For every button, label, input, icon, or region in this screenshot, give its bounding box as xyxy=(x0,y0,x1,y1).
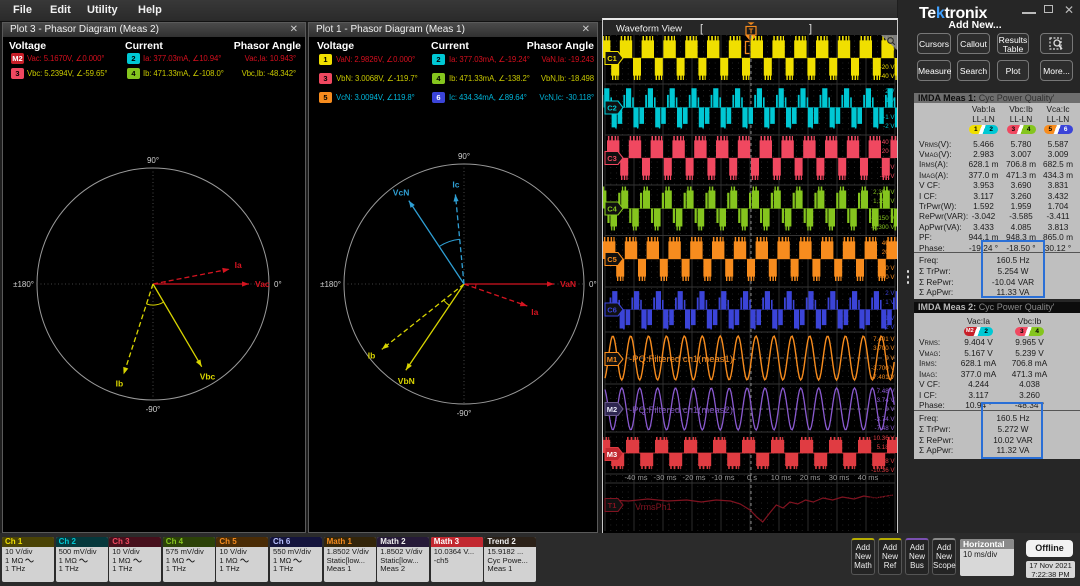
svg-text:-7.401 V: -7.401 V xyxy=(871,374,895,381)
svg-text:Ib: Ib xyxy=(368,350,376,360)
svg-text:VbN: VbN xyxy=(398,376,415,386)
svg-text:2 V: 2 V xyxy=(885,88,895,95)
svg-text:-1 V: -1 V xyxy=(883,114,895,121)
svg-text:#801320: #801320 xyxy=(870,515,895,522)
svg-text:-90°: -90° xyxy=(457,409,472,418)
svg-text:Ia: Ia xyxy=(531,307,538,317)
svg-text:20 ms: 20 ms xyxy=(800,473,821,482)
svg-text:VrmsPh1: VrmsPh1 xyxy=(635,502,672,512)
svg-text:40 V: 40 V xyxy=(882,240,896,247)
svg-text:-2 V: -2 V xyxy=(883,123,895,130)
svg-text:T: T xyxy=(749,27,754,36)
svg-text:#801320: #801320 xyxy=(870,525,895,532)
svg-text:10 ms: 10 ms xyxy=(771,473,792,482)
svg-text:5.18 V: 5.18 V xyxy=(877,444,896,451)
svg-text:-1 V: -1 V xyxy=(883,315,895,322)
svg-text:-40 V: -40 V xyxy=(880,274,896,281)
svg-text:#801320: #801320 xyxy=(870,483,895,490)
svg-text:3.700 V: 3.700 V xyxy=(873,345,895,352)
svg-text:Waveform View: Waveform View xyxy=(616,24,682,35)
svg-text:C1: C1 xyxy=(607,54,617,63)
svg-text:Ib: Ib xyxy=(116,378,124,388)
svg-text:Ic: Ic xyxy=(452,179,459,189)
svg-text:Ia: Ia xyxy=(235,260,242,270)
svg-text:2 V: 2 V xyxy=(885,290,895,297)
svg-text:M1: M1 xyxy=(607,355,617,364)
svg-text:-10 ms: -10 ms xyxy=(712,473,735,482)
svg-text:Vbc: Vbc xyxy=(200,372,216,382)
svg-text:-20 V: -20 V xyxy=(880,265,896,272)
svg-text:30 ms: 30 ms xyxy=(829,473,850,482)
svg-text:-40 ms: -40 ms xyxy=(625,473,648,482)
svg-text:-5.18 V: -5.18 V xyxy=(875,458,896,465)
svg-text:20 V: 20 V xyxy=(882,249,896,256)
svg-text:-3.74 V: -3.74 V xyxy=(875,416,896,423)
svg-text:-PQ:Filtered ch1(meas1)-: -PQ:Filtered ch1(meas1)- xyxy=(629,354,736,365)
svg-text:1 V: 1 V xyxy=(885,299,895,306)
svg-text:#801320: #801320 xyxy=(870,494,895,501)
svg-text:7.48 V: 7.48 V xyxy=(877,388,896,395)
svg-text:1 V: 1 V xyxy=(885,97,895,104)
svg-text:20 V: 20 V xyxy=(882,148,896,155)
svg-text:90°: 90° xyxy=(458,152,470,161)
svg-text:-40 V: -40 V xyxy=(880,173,896,180)
svg-text:C6: C6 xyxy=(607,305,617,314)
svg-text:-2 V: -2 V xyxy=(883,324,895,331)
svg-text:3.74 V: 3.74 V xyxy=(877,397,896,404)
svg-text:C4: C4 xyxy=(607,204,617,213)
svg-text:0°: 0° xyxy=(589,280,597,289)
svg-text:0 V: 0 V xyxy=(885,355,895,362)
svg-text:0 s: 0 s xyxy=(747,473,757,482)
svg-text:-90°: -90° xyxy=(146,405,161,414)
svg-text:10.36 V: 10.36 V xyxy=(873,435,895,442)
svg-text:[: [ xyxy=(700,23,703,35)
svg-text:-20 ms: -20 ms xyxy=(683,473,706,482)
svg-text:T1: T1 xyxy=(608,501,617,510)
svg-text:-2,300 V: -2,300 V xyxy=(871,224,895,231)
svg-text:-7.48 V: -7.48 V xyxy=(875,425,896,432)
svg-text:±180°: ±180° xyxy=(13,280,34,289)
svg-text:±180°: ±180° xyxy=(320,280,341,289)
svg-text:-10.36 V: -10.36 V xyxy=(871,467,895,474)
svg-text:#801320: #801320 xyxy=(870,504,895,511)
svg-text:40 ms: 40 ms xyxy=(858,473,879,482)
svg-text:7.401 V: 7.401 V xyxy=(873,336,895,343)
svg-text:]: ] xyxy=(809,23,812,35)
svg-text:0°: 0° xyxy=(274,280,282,289)
svg-text:C3: C3 xyxy=(607,154,617,163)
svg-text:-20 V: -20 V xyxy=(880,64,896,71)
svg-text:0 V: 0 V xyxy=(885,406,895,413)
svg-text:-PQ:Filtered ch1(meas2): -PQ:Filtered ch1(meas2) xyxy=(629,405,733,416)
svg-text:VcN: VcN xyxy=(393,188,410,198)
svg-text:VaN: VaN xyxy=(560,279,576,289)
svg-text:M2: M2 xyxy=(607,405,617,414)
svg-text:90°: 90° xyxy=(147,156,159,165)
svg-text:40 V: 40 V xyxy=(882,139,896,146)
svg-text:-3.700 V: -3.700 V xyxy=(871,365,895,372)
svg-text:-20 V: -20 V xyxy=(880,164,896,171)
svg-text:Vac: Vac xyxy=(255,279,270,289)
svg-text:1,150 V: 1,150 V xyxy=(873,198,895,205)
svg-text:-1,150 V: -1,150 V xyxy=(871,215,895,222)
svg-text:2,300 V: 2,300 V xyxy=(873,189,895,196)
svg-text:C5: C5 xyxy=(607,255,617,264)
svg-text:M3: M3 xyxy=(607,450,617,459)
svg-text:C2: C2 xyxy=(607,103,617,112)
svg-text:-40 V: -40 V xyxy=(880,73,896,80)
svg-text:20 V: 20 V xyxy=(882,48,896,55)
svg-text:-30 ms: -30 ms xyxy=(654,473,677,482)
